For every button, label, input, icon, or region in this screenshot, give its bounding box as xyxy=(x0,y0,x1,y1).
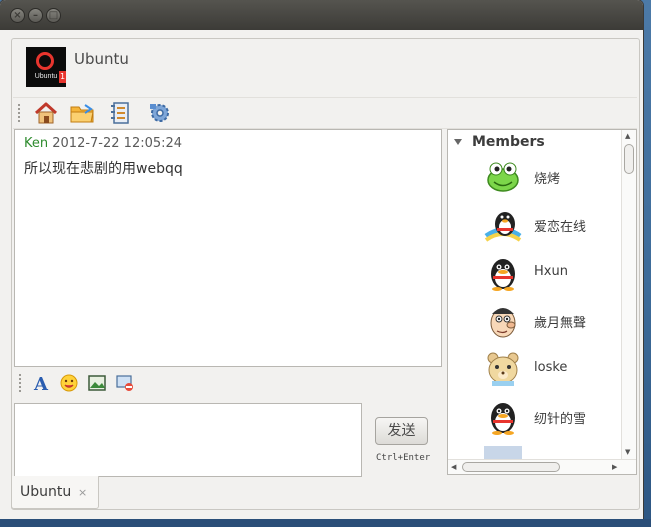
member-name: 爱恋在线 xyxy=(534,220,587,235)
chat-window: × – □ Ubuntu 1 Ubuntu Ken 2012-7-22 12:0… xyxy=(0,0,643,519)
member-name: Hxun xyxy=(534,264,568,279)
message-header: Ken 2012-7-22 12:05:24 xyxy=(24,136,182,151)
minimize-window-button[interactable]: – xyxy=(28,8,43,23)
send-shortcut-hint: Ctrl+Enter xyxy=(376,453,431,463)
message-text: 所以现在悲剧的用webqq xyxy=(24,161,183,177)
members-vertical-scrollbar[interactable]: ▲ ▼ xyxy=(621,130,636,460)
window-titlebar[interactable]: × – □ xyxy=(0,0,643,30)
penguin-avatar-icon xyxy=(484,254,522,292)
chat-frame: Ubuntu 1 Ubuntu Ken 2012-7-22 12:05:24 所… xyxy=(11,38,640,510)
message-sender: Ken xyxy=(24,136,49,151)
teddy-bear-avatar-icon xyxy=(484,350,522,388)
contacts-icon[interactable] xyxy=(108,101,134,125)
horizontal-scroll-thumb[interactable] xyxy=(462,462,560,472)
members-horizontal-scrollbar[interactable]: ◀ ▶ xyxy=(448,459,636,474)
members-header-label: Members xyxy=(472,134,545,150)
scroll-right-icon[interactable]: ▶ xyxy=(612,463,617,471)
member-name: loske xyxy=(534,360,568,375)
image-icon[interactable] xyxy=(87,373,107,393)
scroll-down-icon[interactable]: ▼ xyxy=(625,448,630,456)
format-toolbar: A xyxy=(14,369,440,397)
collapse-triangle-icon[interactable] xyxy=(454,139,462,145)
format-toolbar-grip xyxy=(19,374,21,392)
tab-ubuntu[interactable]: Ubuntu × xyxy=(11,476,99,509)
close-window-button[interactable]: × xyxy=(10,8,25,23)
avatar-badge: 1 xyxy=(59,71,66,83)
member-item[interactable]: 歲月無聲 xyxy=(484,300,624,344)
cartoon-face-avatar-icon xyxy=(484,302,522,340)
member-item[interactable]: 烧烤 xyxy=(484,156,624,200)
message-input[interactable] xyxy=(14,403,362,477)
member-item[interactable]: loske xyxy=(484,348,624,392)
home-icon[interactable] xyxy=(33,101,59,125)
toolbar-grip xyxy=(18,104,20,122)
chat-toolbar xyxy=(13,97,637,129)
font-icon[interactable]: A xyxy=(32,373,52,395)
emoji-icon[interactable] xyxy=(59,373,79,393)
group-avatar: Ubuntu 1 xyxy=(26,47,66,87)
maximize-window-button[interactable]: □ xyxy=(46,8,61,23)
penguin-avatar-icon xyxy=(484,398,522,436)
members-header[interactable]: Members xyxy=(454,134,545,152)
message-time: 2012-7-22 12:05:24 xyxy=(52,136,183,151)
member-name: 烧烤 xyxy=(534,172,561,187)
folder-icon[interactable] xyxy=(69,101,95,125)
scroll-left-icon[interactable]: ◀ xyxy=(451,463,456,471)
chat-title: Ubuntu xyxy=(74,50,129,68)
member-item[interactable]: 爱恋在线 xyxy=(484,204,624,248)
tab-label: Ubuntu xyxy=(20,484,72,500)
member-avatar-partial xyxy=(484,446,522,460)
screenshot-icon[interactable] xyxy=(115,373,135,393)
tab-bar: Ubuntu × xyxy=(11,476,641,509)
members-panel[interactable]: Members 烧烤 爱恋在线 Hxun 歲月無聲 loske 纫针的雪 ▲ ▼… xyxy=(447,129,637,475)
member-name: 纫针的雪 xyxy=(534,412,587,427)
member-item[interactable]: Hxun xyxy=(484,252,624,296)
chat-log[interactable]: Ken 2012-7-22 12:05:24 所以现在悲剧的用webqq xyxy=(14,129,442,367)
penguin-rainbow-avatar-icon xyxy=(484,206,522,244)
desktop-background xyxy=(0,519,651,527)
send-button[interactable]: 发送 xyxy=(375,417,428,445)
member-name: 歲月無聲 xyxy=(534,316,587,331)
member-item[interactable]: 纫针的雪 xyxy=(484,396,624,440)
scroll-up-icon[interactable]: ▲ xyxy=(625,132,630,140)
settings-icon[interactable] xyxy=(147,101,173,125)
svg-text:A: A xyxy=(33,374,49,393)
vertical-scroll-thumb[interactable] xyxy=(624,144,634,174)
ubuntu-logo-icon xyxy=(36,52,54,70)
tab-close-icon[interactable]: × xyxy=(78,486,87,499)
green-frog-avatar-icon xyxy=(484,158,522,196)
